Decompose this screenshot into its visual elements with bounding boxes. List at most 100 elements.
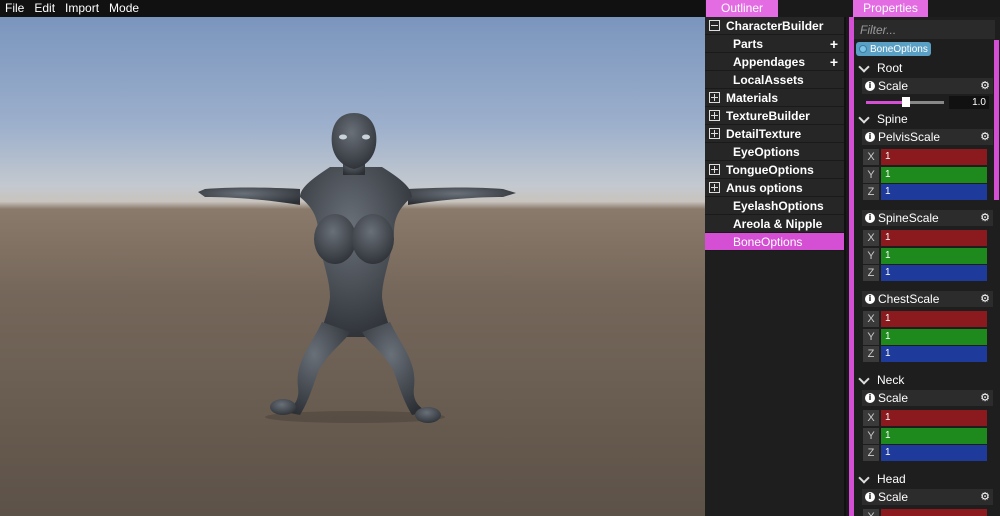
param-label: SpineScale <box>878 211 939 225</box>
param-label: PelvisScale <box>878 130 941 144</box>
outliner-item-label: EyeOptions <box>733 144 800 159</box>
section-neck[interactable]: Neck <box>854 371 994 389</box>
chevron-down-icon[interactable] <box>858 471 870 484</box>
chevron-down-icon[interactable] <box>858 111 870 124</box>
chest-x-field[interactable]: 1 <box>881 311 987 327</box>
pelvis-z-field[interactable]: 1 <box>881 184 987 200</box>
filter-input[interactable] <box>854 20 995 39</box>
section-title: Head <box>877 472 906 486</box>
tab-outliner[interactable]: Outliner <box>706 0 778 17</box>
axis-x-label: X <box>863 311 879 327</box>
pelvis-y-field[interactable]: 1 <box>881 167 987 183</box>
outliner-item-texturebuilder[interactable]: TextureBuilder <box>705 107 844 125</box>
chest-z-row: Z 1 <box>863 346 987 362</box>
expand-icon[interactable] <box>709 182 720 193</box>
selected-object-chip[interactable]: BoneOptions <box>856 42 931 56</box>
chip-label: BoneOptions <box>870 43 928 55</box>
menu-edit[interactable]: Edit <box>29 0 60 17</box>
outliner-item-boneoptions[interactable]: BoneOptions <box>705 233 844 251</box>
axis-z-label: Z <box>863 346 879 362</box>
axis-x-label: X <box>863 149 879 165</box>
outliner-item-label: Appendages <box>733 54 806 69</box>
slider-thumb[interactable] <box>902 97 910 107</box>
neck-y-field[interactable]: 1 <box>881 428 987 444</box>
axis-x-label: X <box>863 410 879 426</box>
chevron-down-icon[interactable] <box>858 372 870 385</box>
head-x-field[interactable] <box>881 509 987 516</box>
menu-bar: File Edit Import Mode <box>0 0 705 17</box>
chevron-down-icon[interactable] <box>858 60 870 73</box>
expand-icon[interactable] <box>709 92 720 103</box>
outliner-item-eyeoptions[interactable]: EyeOptions <box>705 143 844 161</box>
gear-icon[interactable]: ⚙ <box>980 210 990 226</box>
info-icon[interactable]: i <box>865 393 875 403</box>
chest-y-field[interactable]: 1 <box>881 329 987 345</box>
neck-z-field[interactable]: 1 <box>881 445 987 461</box>
pelvis-y-row: Y 1 <box>863 167 987 183</box>
outliner-item-label: Parts <box>733 36 764 51</box>
slider-value-field[interactable]: 1.0 <box>949 96 989 109</box>
chest-y-row: Y 1 <box>863 329 987 345</box>
param-label: Scale <box>878 391 909 405</box>
properties-scrollbar[interactable] <box>994 40 999 200</box>
add-icon[interactable]: + <box>830 35 838 53</box>
outliner-item-areola-nipple[interactable]: Areola & Nipple <box>705 215 844 233</box>
collapse-icon[interactable] <box>709 20 720 31</box>
info-icon[interactable]: i <box>865 492 875 502</box>
gear-icon[interactable]: ⚙ <box>980 489 990 505</box>
info-icon[interactable]: i <box>865 213 875 223</box>
outliner-item-eyelashoptions[interactable]: EyelashOptions <box>705 197 844 215</box>
chest-x-row: X 1 <box>863 311 987 327</box>
info-icon[interactable]: i <box>865 294 875 304</box>
outliner-item-label: Anus options <box>726 180 803 195</box>
outliner-item-label: TextureBuilder <box>726 108 810 123</box>
info-icon[interactable]: i <box>865 81 875 91</box>
gear-icon[interactable]: ⚙ <box>980 390 990 406</box>
outliner-item-label: TongueOptions <box>726 162 814 177</box>
param-label: Scale <box>878 490 909 504</box>
axis-x-label: X <box>863 509 879 516</box>
axis-x-label: X <box>863 230 879 246</box>
chest-z-field[interactable]: 1 <box>881 346 987 362</box>
outliner-item-parts[interactable]: Parts + <box>705 35 844 53</box>
spine-y-row: Y 1 <box>863 248 987 264</box>
section-spine[interactable]: Spine <box>854 110 994 128</box>
outliner-item-materials[interactable]: Materials <box>705 89 844 107</box>
expand-icon[interactable] <box>709 164 720 175</box>
spine-z-field[interactable]: 1 <box>881 265 987 281</box>
spine-z-row: Z 1 <box>863 265 987 281</box>
info-icon[interactable]: i <box>865 132 875 142</box>
param-label: ChestScale <box>878 292 940 306</box>
neck-x-field[interactable]: 1 <box>881 410 987 426</box>
expand-icon[interactable] <box>709 128 720 139</box>
neck-z-row: Z 1 <box>863 445 987 461</box>
pelvis-x-field[interactable]: 1 <box>881 149 987 165</box>
section-head[interactable]: Head <box>854 470 994 488</box>
spine-y-field[interactable]: 1 <box>881 248 987 264</box>
axis-y-label: Y <box>863 329 879 345</box>
outliner-item-characterbuilder[interactable]: CharacterBuilder <box>705 17 844 35</box>
menu-import[interactable]: Import <box>60 0 104 17</box>
menu-file[interactable]: File <box>0 0 29 17</box>
outliner-item-anus-options[interactable]: Anus options <box>705 179 844 197</box>
neck-x-row: X 1 <box>863 410 987 426</box>
outliner-item-label: CharacterBuilder <box>726 18 824 33</box>
outliner-item-appendages[interactable]: Appendages + <box>705 53 844 71</box>
axis-y-label: Y <box>863 428 879 444</box>
section-root[interactable]: Root <box>854 59 994 77</box>
outliner-item-localassets[interactable]: LocalAssets <box>705 71 844 89</box>
add-icon[interactable]: + <box>830 53 838 71</box>
outliner-item-label: BoneOptions <box>733 234 803 249</box>
gear-icon[interactable]: ⚙ <box>980 291 990 307</box>
tab-properties[interactable]: Properties <box>853 0 928 17</box>
3d-viewport[interactable] <box>0 17 705 516</box>
gear-icon[interactable]: ⚙ <box>980 129 990 145</box>
outliner-item-label: LocalAssets <box>733 72 804 87</box>
pelvis-z-row: Z 1 <box>863 184 987 200</box>
spine-x-field[interactable]: 1 <box>881 230 987 246</box>
menu-mode[interactable]: Mode <box>104 0 144 17</box>
expand-icon[interactable] <box>709 110 720 121</box>
outliner-item-tongueoptions[interactable]: TongueOptions <box>705 161 844 179</box>
outliner-item-detailtexture[interactable]: DetailTexture <box>705 125 844 143</box>
gear-icon[interactable]: ⚙ <box>980 78 990 94</box>
